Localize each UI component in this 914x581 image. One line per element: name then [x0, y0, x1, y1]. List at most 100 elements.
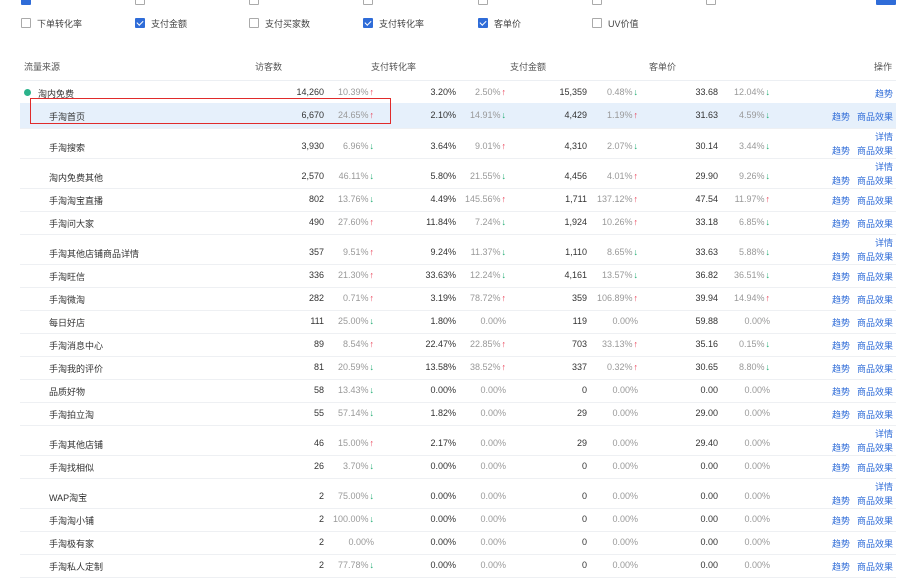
trend-link[interactable]: 趋势	[832, 385, 850, 398]
checkbox[interactable]	[363, 0, 373, 5]
conversion-value: 13.58%	[425, 362, 456, 372]
table-row[interactable]: 手淘拍立淘 55 57.14%↓ 1.82% 0.00% 29 0.00% 29.00 0.00…	[20, 402, 896, 426]
checkbox[interactable]	[135, 0, 145, 5]
table-row[interactable]: 手淘极有家 2 0.00% 0.00% 0.00% 0 0.00% 0.00 0.00% 商品效果…	[20, 531, 896, 555]
trend-link[interactable]: 趋势	[832, 441, 850, 454]
source-name: 手淘找相似	[49, 463, 95, 473]
table-row[interactable]: 手淘搜索 3,930 6.96%↓ 3.64% 9.01%↑ 4,310 2.07%↓ 30.…	[20, 128, 896, 159]
table-row[interactable]: 手淘其他店铺商品详情 357 9.51%↑ 9.24% 11.37%↓ 1,110 8.65…	[20, 234, 896, 265]
goods-effect-link[interactable]: 商品效果	[857, 316, 893, 329]
trend-link[interactable]: 趋势	[832, 110, 850, 123]
table-row[interactable]: 品质好物 58 13.43%↓ 0.00% 0.00% 0 0.00% 0.00 0.00% 商品…	[20, 379, 896, 403]
conversion-value: 3.64%	[430, 140, 456, 151]
checkbox-unchecked[interactable]	[21, 18, 31, 28]
table-row[interactable]: WAP淘宝 2 75.00%↓ 0.00% 0.00% 0 0.00% 0.00 0.00% 详情…	[20, 478, 896, 509]
checkbox-checked[interactable]	[135, 18, 145, 28]
goods-effect-link[interactable]: 商品效果	[857, 217, 893, 230]
checkbox[interactable]	[249, 0, 259, 5]
checkbox[interactable]	[706, 0, 716, 5]
trend-link[interactable]: 趋势	[832, 293, 850, 306]
checkbox[interactable]	[592, 0, 602, 5]
goods-effect-link[interactable]: 商品效果	[857, 250, 893, 263]
header-amount[interactable]: 支付金额	[510, 60, 546, 73]
arrow-down-icon: ↓	[765, 339, 771, 349]
goods-effect-link[interactable]: 商品效果	[857, 461, 893, 474]
trend-link[interactable]: 趋势	[832, 250, 850, 263]
table-row[interactable]: 手淘找相似 26 3.70%↓ 0.00% 0.00% 0 0.00% 0.00 0.00% 商品…	[20, 455, 896, 479]
goods-effect-link[interactable]: 商品效果	[857, 174, 893, 187]
goods-effect-link[interactable]: 商品效果	[857, 560, 893, 573]
goods-effect-link[interactable]: 商品效果	[857, 408, 893, 421]
conversion-value: 0.00%	[430, 560, 456, 570]
table-row[interactable]: 每日好店 111 25.00%↓ 1.80% 0.00% 119 0.00% 59.88 0.0…	[20, 310, 896, 334]
checkbox-unchecked[interactable]	[249, 18, 259, 28]
trend-link[interactable]: 趋势	[832, 316, 850, 329]
table-row[interactable]: 手淘我的评价 81 20.59%↓ 13.58% 38.52%↑ 337 0.32%↑ 30.…	[20, 356, 896, 380]
checkbox[interactable]	[876, 0, 896, 5]
detail-link[interactable]: 详情	[875, 427, 893, 440]
trend-link[interactable]: 趋势	[832, 270, 850, 283]
goods-effect-link[interactable]: 商品效果	[857, 194, 893, 207]
goods-effect-link[interactable]: 商品效果	[857, 441, 893, 454]
goods-effect-link[interactable]: 商品效果	[857, 362, 893, 375]
arrow-down-icon: ↓	[369, 140, 375, 151]
trend-link[interactable]: 趋势	[832, 194, 850, 207]
arrow-up-icon: ↑	[633, 217, 639, 227]
goods-effect-link[interactable]: 商品效果	[857, 110, 893, 123]
metric-option[interactable]: 支付转化率	[363, 16, 424, 30]
table-row[interactable]: 手淘淘小铺 2 100.00%↓ 0.00% 0.00% 0 0.00% 0.00 0.00% 商…	[20, 508, 896, 532]
goods-effect-link[interactable]: 商品效果	[857, 385, 893, 398]
metric-option[interactable]: UV价值	[592, 16, 639, 30]
table-row[interactable]: 淘内免费其他 2,570 46.11%↓ 5.80% 21.55%↓ 4,456 4.01%…	[20, 158, 896, 189]
detail-link[interactable]: 详情	[875, 480, 893, 493]
trend-link[interactable]: 趋势	[875, 87, 893, 100]
trend-link[interactable]: 趋势	[832, 408, 850, 421]
avg-price-value: 33.63	[695, 246, 718, 257]
goods-effect-link[interactable]: 商品效果	[857, 514, 893, 527]
goods-effect-link[interactable]: 商品效果	[857, 144, 893, 157]
arrow-up-icon: ↑	[369, 293, 375, 303]
avg-price-change: 5.88%↓	[738, 246, 770, 257]
table-row[interactable]: 手淘消息中心 89 8.54%↑ 22.47% 22.85%↑ 703 33.13%↑ 35.…	[20, 333, 896, 357]
trend-link[interactable]: 趋势	[832, 560, 850, 573]
detail-link[interactable]: 详情	[875, 236, 893, 249]
goods-effect-link[interactable]: 商品效果	[857, 293, 893, 306]
metric-option[interactable]: 下单转化率	[21, 16, 82, 30]
trend-link[interactable]: 趋势	[832, 174, 850, 187]
goods-effect-link[interactable]: 商品效果	[857, 537, 893, 550]
detail-link[interactable]: 详情	[875, 130, 893, 143]
header-conversion[interactable]: 支付转化率	[371, 60, 416, 73]
table-row[interactable]: 手淘问大家 490 27.60%↑ 11.84% 7.24%↓ 1,924 10.26%↑ 3…	[20, 211, 896, 235]
trend-link[interactable]: 趋势	[832, 461, 850, 474]
table-row[interactable]: 手淘淘宝直播 802 13.76%↓ 4.49% 145.56%↑ 1,711 137.12…	[20, 188, 896, 212]
checkbox-checked[interactable]	[478, 18, 488, 28]
checkbox-unchecked[interactable]	[592, 18, 602, 28]
visitors-change: 8.54%↑	[342, 339, 374, 349]
trend-link[interactable]: 趋势	[832, 362, 850, 375]
table-row[interactable]: 手淘旺信 336 21.30%↑ 33.63% 12.24%↓ 4,161 13.57%↓ 3…	[20, 264, 896, 288]
trend-link[interactable]: 趋势	[832, 494, 850, 507]
amount-value: 4,161	[564, 270, 587, 280]
goods-effect-link[interactable]: 商品效果	[857, 494, 893, 507]
metric-option[interactable]: 支付买家数	[249, 16, 310, 30]
trend-link[interactable]: 趋势	[832, 537, 850, 550]
detail-link[interactable]: 详情	[875, 160, 893, 173]
checkbox-checked[interactable]	[363, 18, 373, 28]
table-row[interactable]: 手淘其他店铺 46 15.00%↑ 2.17% 0.00% 29 0.00% 29.40 0.0…	[20, 425, 896, 456]
table-row[interactable]: 手淘私人定制 2 77.78%↓ 0.00% 0.00% 0 0.00% 0.00 0.00% 商…	[20, 554, 896, 578]
trend-link[interactable]: 趋势	[832, 144, 850, 157]
visitors-value: 55	[313, 408, 324, 418]
checkbox[interactable]	[21, 0, 31, 5]
header-visitors[interactable]: 访客数	[255, 60, 282, 73]
trend-link[interactable]: 趋势	[832, 339, 850, 352]
goods-effect-link[interactable]: 商品效果	[857, 339, 893, 352]
checkbox[interactable]	[478, 0, 488, 5]
arrow-down-icon: ↓	[765, 110, 771, 120]
header-avg-price[interactable]: 客单价	[649, 60, 676, 73]
metric-option[interactable]: 客单价	[478, 16, 521, 30]
metric-option[interactable]: 支付金额	[135, 16, 187, 30]
table-row[interactable]: 手淘微淘 282 0.71%↑ 3.19% 78.72%↑ 359 106.89%↑ 39.9…	[20, 287, 896, 311]
trend-link[interactable]: 趋势	[832, 217, 850, 230]
goods-effect-link[interactable]: 商品效果	[857, 270, 893, 283]
trend-link[interactable]: 趋势	[832, 514, 850, 527]
